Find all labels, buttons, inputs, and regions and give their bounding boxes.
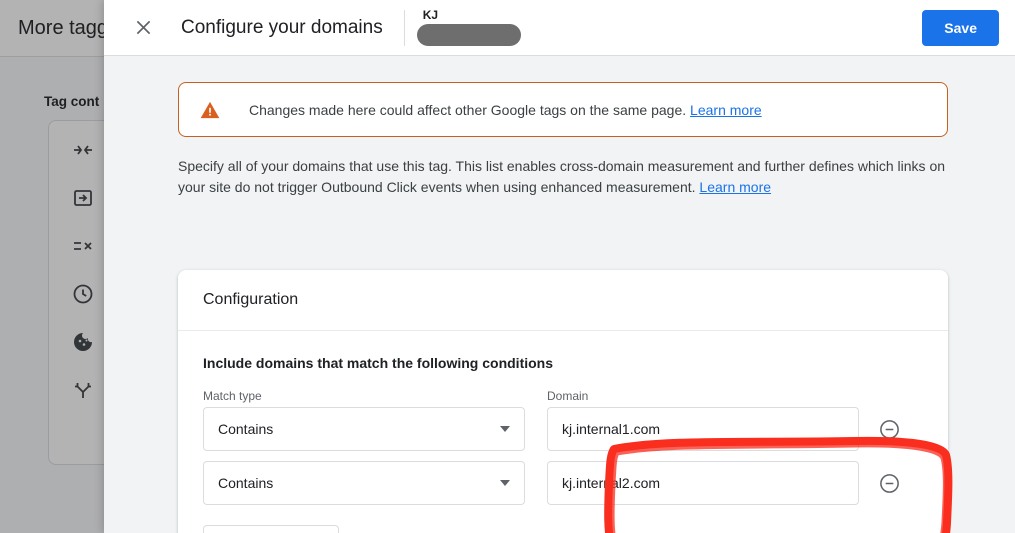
save-button[interactable]: Save xyxy=(922,9,999,46)
close-icon xyxy=(136,20,150,35)
minus-circle-icon xyxy=(879,473,899,493)
add-condition-button[interactable]: Add condition xyxy=(203,525,340,533)
remove-condition-button[interactable] xyxy=(877,417,901,441)
remove-condition-button[interactable] xyxy=(877,471,901,495)
description-body: Specify all of your domains that use thi… xyxy=(178,158,946,195)
condition-row: Contains xyxy=(203,461,923,505)
description-learn-more-link[interactable]: Learn more xyxy=(699,179,771,195)
configuration-card-title: Configuration xyxy=(203,291,299,308)
conditions-heading: Include domains that match the following… xyxy=(203,355,554,371)
warning-message: Changes made here could affect other Goo… xyxy=(249,101,687,118)
screen-root: More tagg Tag cont Configure your domain… xyxy=(0,0,1015,533)
warning-triangle-icon xyxy=(200,101,220,118)
close-button[interactable] xyxy=(126,11,160,45)
domain-input[interactable] xyxy=(547,407,859,451)
dialog-body: Changes made here could affect other Goo… xyxy=(104,56,1015,533)
configuration-card-body: Include domains that match the following… xyxy=(178,331,953,533)
configuration-card-header: Configuration xyxy=(178,270,948,331)
match-type-select[interactable]: Contains xyxy=(203,407,525,451)
match-type-select[interactable]: Contains xyxy=(203,461,525,505)
description-text: Specify all of your domains that use thi… xyxy=(178,156,948,198)
condition-row: Contains xyxy=(203,407,923,451)
header-divider xyxy=(403,9,405,46)
account-initials: KJ xyxy=(422,8,439,22)
redacted-account-name xyxy=(416,24,521,46)
account-block: KJ xyxy=(416,8,521,46)
match-type-value: Contains xyxy=(218,421,274,437)
dialog-title: Configure your domains xyxy=(181,16,383,38)
match-type-value: Contains xyxy=(218,475,274,491)
warning-banner: Changes made here could affect other Goo… xyxy=(178,82,948,137)
domain-input[interactable] xyxy=(547,461,859,505)
warning-text: Changes made here could affect other Goo… xyxy=(249,102,762,118)
minus-circle-icon xyxy=(879,419,899,439)
condition-rows: Contains kj.internal1.com Contains kj.in… xyxy=(203,407,923,505)
warning-learn-more-link[interactable]: Learn more xyxy=(690,102,762,118)
match-type-label: Match type xyxy=(203,389,262,403)
domain-label: Domain xyxy=(547,389,589,403)
chevron-down-icon xyxy=(500,480,510,486)
chevron-down-icon xyxy=(500,426,510,432)
field-labels-row: Match type Domain xyxy=(203,389,923,403)
dialog-header: Configure your domains KJ Save xyxy=(104,0,1015,56)
conditions-grid: Match type Domain Contains kj.internal1.… xyxy=(203,389,923,533)
modal-scrim[interactable] xyxy=(0,0,104,533)
configure-domains-dialog: Configure your domains KJ Save Changes m… xyxy=(104,0,1015,533)
configuration-card: Configuration Include domains that match… xyxy=(178,270,953,533)
